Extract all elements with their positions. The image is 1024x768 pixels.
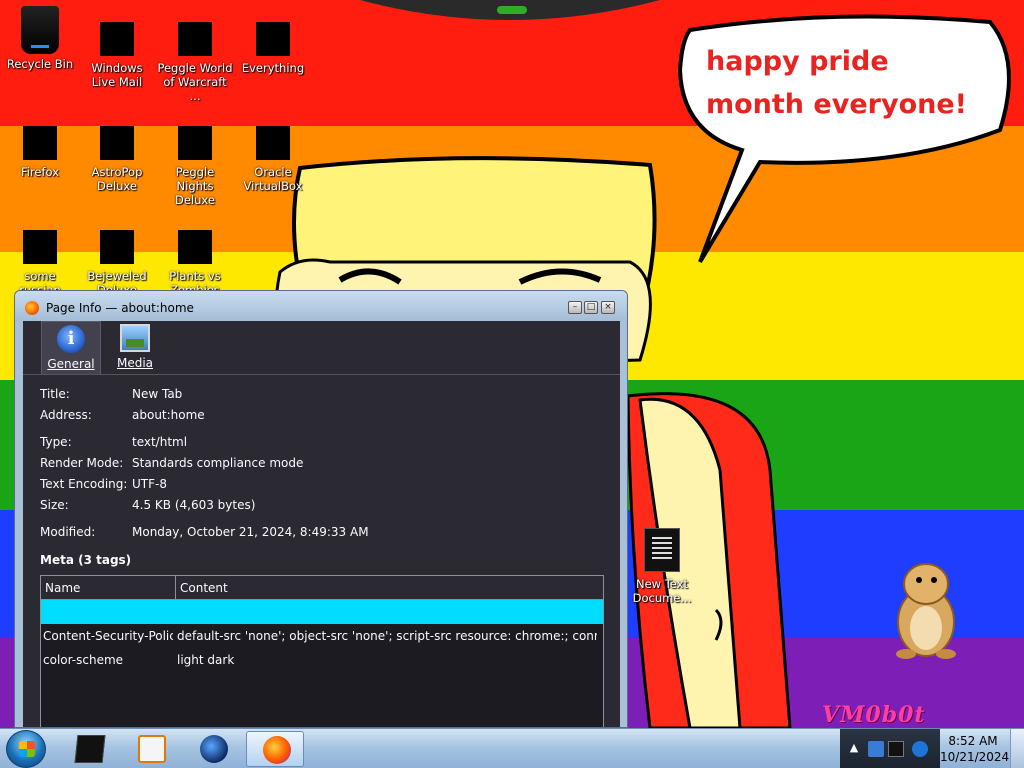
cell-content: light dark: [177, 653, 235, 667]
watermark-text: VM0b0t: [822, 702, 926, 728]
mail-icon: [100, 22, 134, 56]
game-icon: [100, 126, 134, 160]
info-label: Title:: [40, 387, 70, 401]
volume-icon[interactable]: [912, 741, 928, 757]
recycle-bin-icon: [21, 6, 59, 54]
taskbar-button-firefox[interactable]: [246, 731, 304, 767]
info-value[interactable]: about:home: [132, 408, 205, 422]
info-value[interactable]: Standards compliance mode: [132, 456, 303, 470]
info-label: Size:: [40, 498, 69, 512]
maximize-button[interactable]: □: [584, 301, 598, 314]
desktop-icon-new-text-document[interactable]: New Text Docume...: [622, 528, 702, 605]
info-value[interactable]: UTF-8: [132, 477, 167, 491]
info-label: Render Mode:: [40, 456, 124, 470]
taskbar-button-globe[interactable]: [184, 731, 242, 767]
tab-media-label: Media: [116, 356, 154, 370]
text-document-icon: [644, 528, 680, 572]
firefox-icon: [263, 736, 291, 764]
start-button[interactable]: [6, 730, 46, 768]
desktop-icon-label: Recycle Bin: [6, 57, 74, 71]
desktop-icon-peggle-wow[interactable]: Peggle World of Warcraft ...: [155, 22, 235, 103]
clock-date: 10/21/2024: [940, 750, 1010, 764]
exe-icon: [23, 230, 57, 264]
tab-bar: i General Media: [23, 321, 620, 375]
media-player-icon: [138, 735, 166, 763]
desktop-icon-plants-vs-zombies[interactable]: Plants vs Zombies: [155, 230, 235, 297]
info-label: Modified:: [40, 525, 96, 539]
speech-bubble-text: happy pride month everyone!: [706, 46, 967, 120]
desktop-icon-astropop[interactable]: AstroPop Deluxe: [77, 126, 157, 193]
taskbar-button-media-player[interactable]: [122, 731, 180, 767]
info-label: Text Encoding:: [40, 477, 128, 491]
peggle-icon: [178, 126, 212, 160]
column-divider[interactable]: [175, 576, 176, 600]
meta-heading: Meta (3 tags): [40, 553, 132, 567]
terminal-icon: [74, 735, 106, 763]
desktop-icon-firefox[interactable]: Firefox: [0, 126, 80, 179]
page-info-window: Page Info — about:home – □ × i General M…: [14, 290, 628, 728]
desktop-icon-virtualbox[interactable]: Oracle VirtualBox: [233, 126, 313, 193]
firefox-icon: [25, 301, 39, 315]
desktop-icon-everything[interactable]: Everything: [233, 22, 313, 75]
taskbar-button-terminal[interactable]: [60, 731, 118, 767]
desktop-icon-recycle-bin[interactable]: Recycle Bin: [0, 6, 80, 71]
cell-content: default-src 'none'; object-src 'none'; s…: [177, 629, 597, 643]
column-header-name[interactable]: Name: [45, 581, 80, 595]
table-row[interactable]: color-scheme light dark: [41, 648, 603, 672]
meta-table-header: Name Content: [41, 576, 603, 600]
media-icon: [120, 324, 150, 352]
virtualbox-icon: [256, 126, 290, 160]
desktop-icon-label: Everything: [241, 61, 305, 75]
hamster-icon: [896, 563, 956, 659]
info-value[interactable]: Monday, October 21, 2024, 8:49:33 AM: [132, 525, 369, 539]
desktop-icon-label: AstroPop Deluxe: [91, 165, 143, 193]
peggle-icon: [178, 22, 212, 56]
tab-general-label: General: [47, 357, 95, 371]
network-icon[interactable]: [868, 741, 884, 757]
meta-table[interactable]: Name Content Content-Security-Polic... d…: [40, 575, 604, 727]
window-titlebar[interactable]: Page Info — about:home – □ ×: [15, 291, 627, 321]
tab-media[interactable]: Media: [105, 321, 165, 374]
desktop-icon-bejeweled[interactable]: Bejeweled Deluxe: [77, 230, 157, 297]
show-desktop-button[interactable]: [1010, 729, 1024, 768]
table-row[interactable]: [41, 600, 603, 624]
desktop-icon-label: Peggle World of Warcraft ...: [157, 61, 233, 103]
desktop-icon-label: Windows Live Mail: [91, 61, 143, 89]
desktop-icon-label: Oracle VirtualBox: [243, 165, 303, 193]
close-button[interactable]: ×: [601, 301, 615, 314]
desktop-icon-peggle-nights[interactable]: Peggle Nights Deluxe: [155, 126, 235, 207]
info-value[interactable]: text/html: [132, 435, 187, 449]
desktop-icon-label: Firefox: [20, 165, 60, 179]
info-icon: i: [57, 325, 85, 353]
column-header-content[interactable]: Content: [180, 581, 228, 595]
tray-expand-icon[interactable]: ▲: [846, 741, 862, 757]
cell-name: color-scheme: [43, 653, 124, 667]
info-label: Type:: [40, 435, 72, 449]
info-value[interactable]: New Tab: [132, 387, 182, 401]
firefox-icon: [23, 126, 57, 160]
tab-general[interactable]: i General: [41, 321, 101, 374]
plant-icon: [178, 230, 212, 264]
desktop-icon-label: Peggle Nights Deluxe: [175, 165, 215, 207]
gem-icon: [100, 230, 134, 264]
page-info-content: i General Media Title: New Tab Address: …: [23, 321, 620, 727]
clock-time: 8:52 AM: [948, 734, 998, 748]
minimize-button[interactable]: –: [568, 301, 582, 314]
search-icon: [256, 22, 290, 56]
taskbar: ▲ 8:52 AM 10/21/2024: [0, 728, 1024, 768]
display-icon[interactable]: [888, 741, 904, 757]
desktop-icon-windows-live-mail[interactable]: Windows Live Mail: [77, 22, 157, 89]
info-label: Address:: [40, 408, 92, 422]
desktop-icon-label: New Text Docume...: [632, 577, 692, 605]
table-row[interactable]: Content-Security-Polic... default-src 'n…: [41, 624, 603, 648]
globe-icon: [200, 735, 228, 763]
info-value[interactable]: 4.5 KB (4,603 bytes): [132, 498, 255, 512]
taskbar-clock[interactable]: 8:52 AM 10/21/2024: [940, 733, 1010, 765]
cell-name: Content-Security-Polic...: [43, 629, 173, 643]
system-tray: ▲: [840, 729, 940, 768]
window-title: Page Info — about:home: [46, 301, 194, 315]
